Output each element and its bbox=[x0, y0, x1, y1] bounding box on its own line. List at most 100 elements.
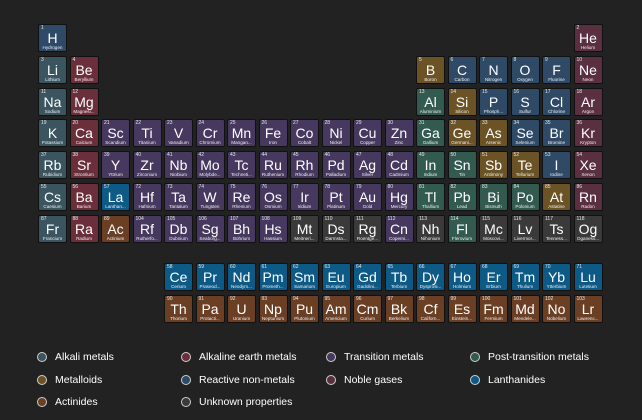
element-xe[interactable]: 54 Xe Xenon bbox=[573, 151, 603, 179]
element-w[interactable]: 74 W Tungsten bbox=[195, 183, 225, 211]
element-hg[interactable]: 80 Hg Mercury bbox=[384, 183, 414, 211]
element-cm[interactable]: 96 Cm Curium bbox=[353, 295, 382, 323]
element-p[interactable]: 15 P Phosph... bbox=[479, 88, 508, 116]
legend-item-unknown-properties[interactable]: Unknown properties bbox=[181, 394, 292, 410]
element-tb[interactable]: 65 Tb Terbium bbox=[384, 263, 414, 291]
element-ra[interactable]: 88 Ra Radium bbox=[69, 215, 99, 243]
element-bi[interactable]: 83 Bi Bismuth bbox=[479, 183, 508, 211]
element-np[interactable]: 93 Np Neptunium bbox=[258, 295, 288, 323]
element-mo[interactable]: 42 Mo Molybde... bbox=[195, 151, 225, 179]
element-cn[interactable]: 112 Cn Coperni... bbox=[384, 215, 414, 243]
element-ge[interactable]: 32 Ge Germani... bbox=[447, 119, 477, 147]
legend-item-post-transition-metals[interactable]: Post-transition metals bbox=[470, 349, 589, 365]
element-o[interactable]: 8 O Oxygen bbox=[510, 56, 540, 84]
legend-item-alkaline-earth-metals[interactable]: Alkaline earth metals bbox=[181, 349, 296, 365]
element-dy[interactable]: 66 Dy Dysprosi... bbox=[416, 263, 445, 291]
element-u[interactable]: 92 U Uranium bbox=[227, 295, 256, 323]
element-zn[interactable]: 30 Zn Zinc bbox=[384, 119, 414, 147]
element-ar[interactable]: 18 Ar Argon bbox=[573, 88, 603, 116]
element-pu[interactable]: 94 Pu Plutonium bbox=[290, 295, 319, 323]
element-ac[interactable]: 89 Ac Actinium bbox=[101, 215, 130, 243]
element-rb[interactable]: 37 Rb Rubidium bbox=[38, 151, 67, 179]
element-fr[interactable]: 87 Fr Francium bbox=[38, 215, 67, 243]
element-ti[interactable]: 22 Ti Titanium bbox=[132, 119, 162, 147]
element-bk[interactable]: 97 Bk Berkelium bbox=[384, 295, 414, 323]
element-db[interactable]: 105 Db Dubnium bbox=[164, 215, 193, 243]
element-ca[interactable]: 20 Ca Calcium bbox=[69, 119, 99, 147]
element-tl[interactable]: 81 Tl Thallium bbox=[416, 183, 445, 211]
element-ta[interactable]: 73 Ta Tantalum bbox=[164, 183, 193, 211]
element-as[interactable]: 33 As Arsenic bbox=[479, 119, 508, 147]
element-ni[interactable]: 28 Ni Nickel bbox=[321, 119, 351, 147]
element-zr[interactable]: 40 Zr Zirconium bbox=[132, 151, 162, 179]
element-pd[interactable]: 46 Pd Palladium bbox=[321, 151, 351, 179]
element-pb[interactable]: 82 Pb Lead bbox=[447, 183, 477, 211]
element-og[interactable]: 118 Og Oganess... bbox=[573, 215, 603, 243]
element-mt[interactable]: 109 Mt Meitneri... bbox=[290, 215, 319, 243]
element-md[interactable]: 101 Md Mendele... bbox=[510, 295, 540, 323]
legend-item-metalloids[interactable]: Metalloids bbox=[37, 372, 102, 388]
element-sn[interactable]: 50 Sn Tin bbox=[447, 151, 477, 179]
legend-item-lanthanides[interactable]: Lanthanides bbox=[470, 372, 545, 388]
element-es[interactable]: 99 Es Einstein... bbox=[447, 295, 477, 323]
element-sc[interactable]: 21 Sc Scandium bbox=[101, 119, 130, 147]
element-kr[interactable]: 36 Kr Krypton bbox=[573, 119, 603, 147]
element-ts[interactable]: 117 Ts Tenness... bbox=[542, 215, 571, 243]
element-b[interactable]: 5 B Boron bbox=[416, 56, 445, 84]
element-gd[interactable]: 64 Gd Gadolini... bbox=[353, 263, 382, 291]
element-sm[interactable]: 62 Sm Samarium bbox=[290, 263, 319, 291]
element-hs[interactable]: 108 Hs Hassium bbox=[258, 215, 288, 243]
element-ne[interactable]: 10 Ne Neon bbox=[573, 56, 603, 84]
element-i[interactable]: 53 I Iodine bbox=[542, 151, 571, 179]
element-v[interactable]: 23 V Vanadium bbox=[164, 119, 193, 147]
element-rh[interactable]: 45 Rh Rhodium bbox=[290, 151, 319, 179]
element-cl[interactable]: 17 Cl Chlorine bbox=[542, 88, 571, 116]
element-cr[interactable]: 24 Cr Chromium bbox=[195, 119, 225, 147]
legend-item-actinides[interactable]: Actinides bbox=[37, 394, 98, 410]
element-si[interactable]: 14 Si Silicon bbox=[447, 88, 477, 116]
element-la[interactable]: 57 La Lanthan... bbox=[101, 183, 130, 211]
element-ce[interactable]: 58 Ce Cerium bbox=[164, 263, 193, 291]
element-cf[interactable]: 98 Cf Californ... bbox=[416, 295, 445, 323]
element-pa[interactable]: 91 Pa Protacti... bbox=[195, 295, 225, 323]
element-pr[interactable]: 59 Pr Praseod... bbox=[195, 263, 225, 291]
element-te[interactable]: 52 Te Tellurium bbox=[510, 151, 540, 179]
element-ru[interactable]: 44 Ru Ruthenium bbox=[258, 151, 288, 179]
element-cs[interactable]: 55 Cs Caesium bbox=[38, 183, 67, 211]
element-rn[interactable]: 86 Rn Radon bbox=[573, 183, 603, 211]
element-al[interactable]: 13 Al Aluminium bbox=[416, 88, 445, 116]
element-ho[interactable]: 67 Ho Holmium bbox=[447, 263, 477, 291]
element-no[interactable]: 102 No Nobelium bbox=[542, 295, 571, 323]
element-fe[interactable]: 26 Fe Iron bbox=[258, 119, 288, 147]
element-tc[interactable]: 43 Tc Techneti... bbox=[227, 151, 256, 179]
element-f[interactable]: 9 F Fluorine bbox=[542, 56, 571, 84]
element-pm[interactable]: 61 Pm Prometh... bbox=[258, 263, 288, 291]
element-he[interactable]: 2 He Helium bbox=[573, 24, 603, 52]
element-sr[interactable]: 38 Sr Strontium bbox=[69, 151, 99, 179]
element-n[interactable]: 7 N Nitrogen bbox=[479, 56, 508, 84]
element-ba[interactable]: 56 Ba Barium bbox=[69, 183, 99, 211]
element-rg[interactable]: 111 Rg Roentge... bbox=[353, 215, 382, 243]
legend-item-reactive-non-metals[interactable]: Reactive non-metals bbox=[181, 372, 295, 388]
element-br[interactable]: 35 Br Bromine bbox=[542, 119, 571, 147]
element-in[interactable]: 49 In Indium bbox=[416, 151, 445, 179]
element-pt[interactable]: 78 Pt Platinum bbox=[321, 183, 351, 211]
element-lv[interactable]: 116 Lv Livermor... bbox=[510, 215, 540, 243]
element-lu[interactable]: 71 Lu Lutetium bbox=[573, 263, 603, 291]
legend-item-noble-gases[interactable]: Noble gases bbox=[326, 372, 402, 388]
element-se[interactable]: 34 Se Selenium bbox=[510, 119, 540, 147]
element-os[interactable]: 76 Os Osmium bbox=[258, 183, 288, 211]
legend-item-alkali-metals[interactable]: Alkali metals bbox=[37, 349, 114, 365]
element-nb[interactable]: 41 Nb Niobium bbox=[164, 151, 193, 179]
element-ag[interactable]: 47 Ag Silver bbox=[353, 151, 382, 179]
element-er[interactable]: 68 Er Erbium bbox=[479, 263, 508, 291]
element-nh[interactable]: 113 Nh Nihonium bbox=[416, 215, 445, 243]
element-yb[interactable]: 70 Yb Ytterbium bbox=[542, 263, 571, 291]
element-sb[interactable]: 51 Sb Antimony bbox=[479, 151, 508, 179]
element-mg[interactable]: 12 Mg Magnesi... bbox=[69, 88, 99, 116]
element-k[interactable]: 19 K Potassium bbox=[38, 119, 67, 147]
element-mn[interactable]: 25 Mn Mangan... bbox=[227, 119, 256, 147]
element-fm[interactable]: 100 Fm Fermium bbox=[479, 295, 508, 323]
legend-item-transition-metals[interactable]: Transition metals bbox=[326, 349, 424, 365]
element-th[interactable]: 90 Th Thorium bbox=[164, 295, 193, 323]
